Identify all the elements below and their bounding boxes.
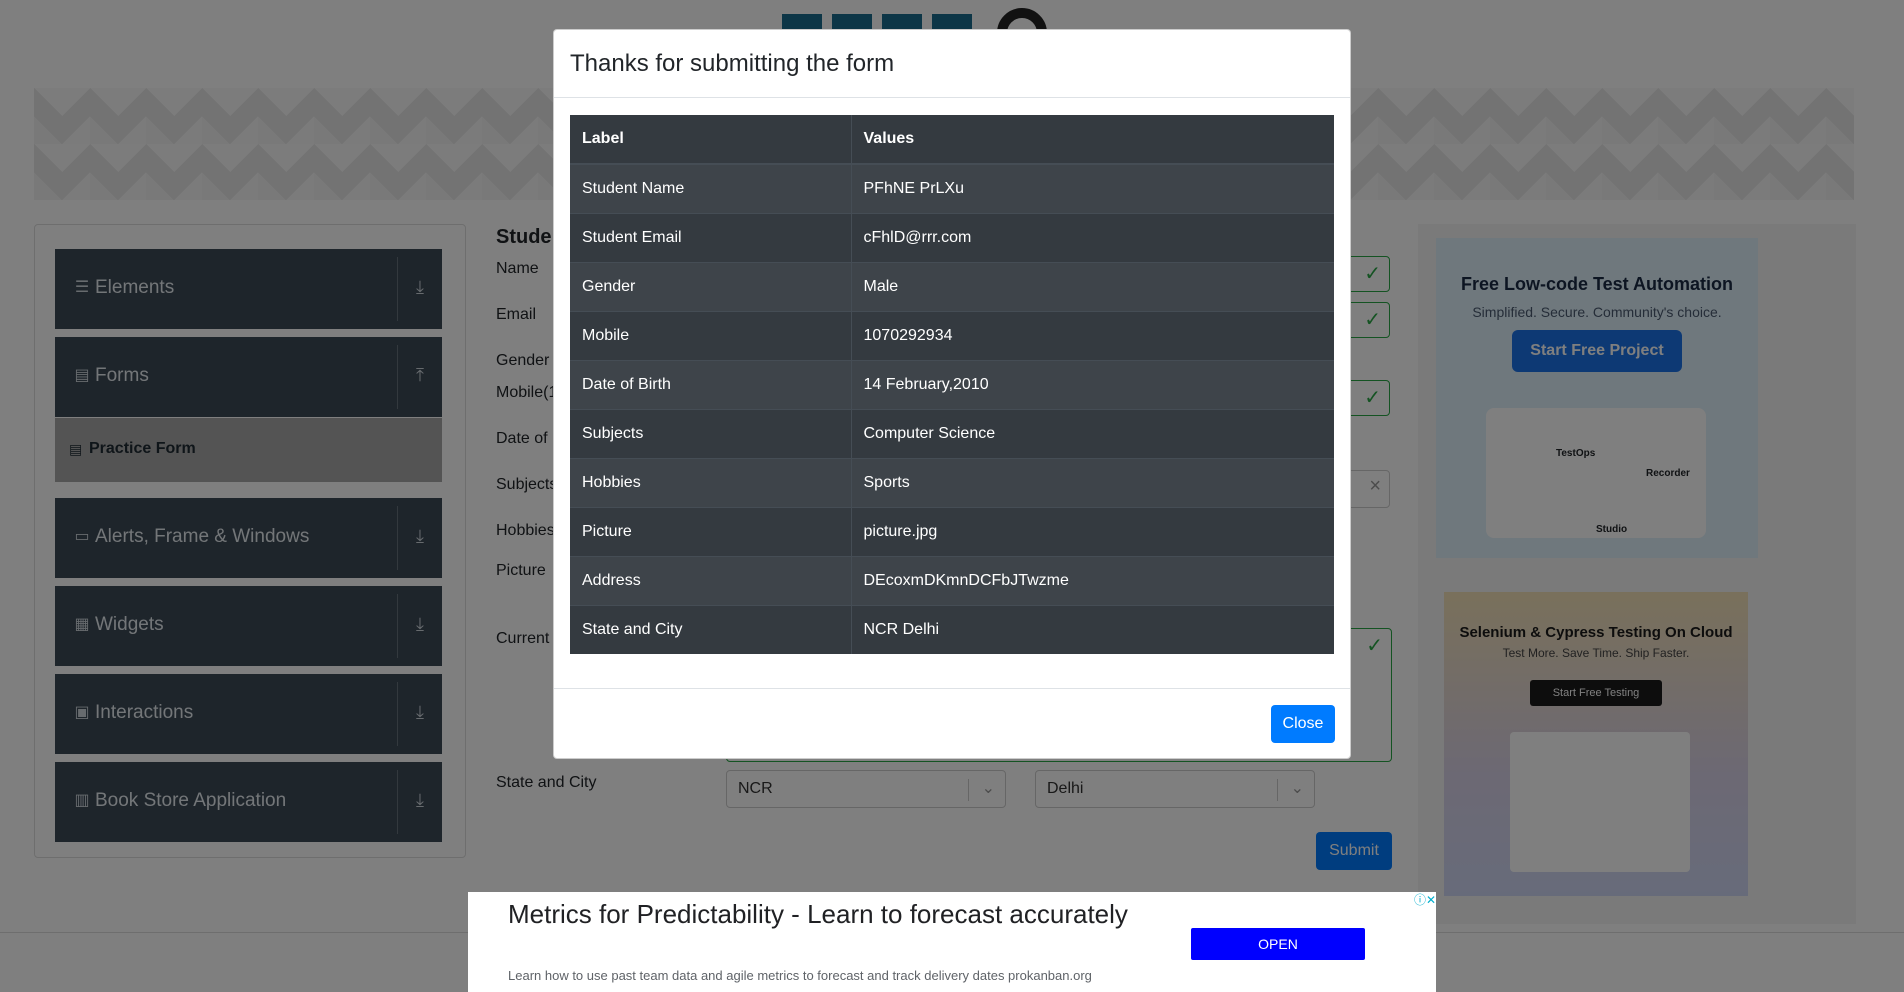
row-label: Student Email	[570, 212, 852, 262]
ad-headline[interactable]: Metrics for Predictability - Learn to fo…	[508, 898, 1148, 931]
column-header-values: Values	[851, 115, 1334, 165]
table-row: Address DEcoxmDKmnDCFbJTwzme	[570, 555, 1334, 605]
modal-title: Thanks for submitting the form	[570, 50, 895, 77]
row-value: DEcoxmDKmnDCFbJTwzme	[851, 555, 1334, 605]
modal-header: Thanks for submitting the form	[554, 30, 1350, 98]
row-label: Date of Birth	[570, 359, 852, 409]
bottom-ad-banner[interactable]: ⓘ✕ Metrics for Predictability - Learn to…	[468, 892, 1436, 992]
table-row: Gender Male	[570, 261, 1334, 311]
modal-body: Label Values Student Name PFhNE PrLXu Stu…	[570, 115, 1334, 654]
row-label: Subjects	[570, 408, 852, 458]
row-value: PFhNE PrLXu	[851, 163, 1334, 213]
table-row: Hobbies Sports	[570, 457, 1334, 507]
table-row: State and City NCR Delhi	[570, 604, 1334, 654]
row-label: Mobile	[570, 310, 852, 360]
row-label: Hobbies	[570, 457, 852, 507]
table-row: Mobile 1070292934	[570, 310, 1334, 360]
row-value: 14 February,2010	[851, 359, 1334, 409]
row-value: Sports	[851, 457, 1334, 507]
row-label: State and City	[570, 604, 852, 654]
close-button[interactable]: Close	[1271, 705, 1335, 743]
row-value: picture.jpg	[851, 506, 1334, 556]
row-value: 1070292934	[851, 310, 1334, 360]
submission-table: Label Values Student Name PFhNE PrLXu Stu…	[570, 115, 1334, 654]
table-row: Subjects Computer Science	[570, 408, 1334, 458]
table-row: Picture picture.jpg	[570, 506, 1334, 556]
row-value: Computer Science	[851, 408, 1334, 458]
column-header-label: Label	[570, 115, 852, 165]
table-header-row: Label Values	[570, 115, 1334, 165]
modal-footer: Close	[554, 688, 1350, 758]
row-value: Male	[851, 261, 1334, 311]
row-value: cFhlD@rrr.com	[851, 212, 1334, 262]
row-label: Gender	[570, 261, 852, 311]
row-label: Picture	[570, 506, 852, 556]
row-label: Student Name	[570, 163, 852, 213]
table-row: Student Name PFhNE PrLXu	[570, 163, 1334, 213]
table-row: Student Email cFhlD@rrr.com	[570, 212, 1334, 262]
adchoices-icon[interactable]: ⓘ✕	[1408, 892, 1436, 908]
table-row: Date of Birth 14 February,2010	[570, 359, 1334, 409]
ad-description: Learn how to use past team data and agil…	[508, 968, 1092, 983]
submission-modal: Thanks for submitting the form Label Val…	[553, 29, 1351, 759]
row-value: NCR Delhi	[851, 604, 1334, 654]
row-label: Address	[570, 555, 852, 605]
open-button[interactable]: OPEN	[1191, 928, 1365, 960]
